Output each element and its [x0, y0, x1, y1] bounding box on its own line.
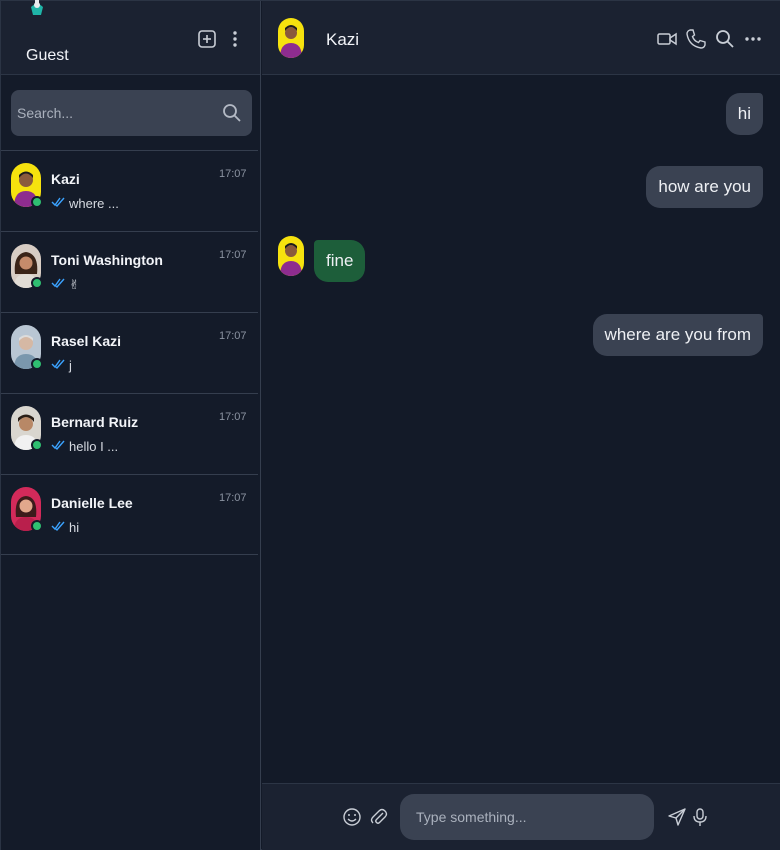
search-icon[interactable] [222, 103, 242, 123]
message-input[interactable] [416, 802, 641, 832]
user-name: Guest [26, 47, 69, 64]
double-check-icon [51, 440, 65, 450]
chat-item-toni-washington[interactable]: Toni Washington 17:07 ✌ [1, 231, 258, 312]
chat-item-rasel-kazi[interactable]: Rasel Kazi 17:07 j [1, 312, 258, 393]
send-icon[interactable] [667, 807, 687, 827]
user-avatar[interactable] [27, 0, 47, 21]
double-check-icon [51, 197, 65, 207]
phone-icon[interactable] [685, 28, 707, 50]
chat-panel: Kazi hi how are you fine where are you f… [262, 1, 780, 850]
contact-name: Kazi [326, 30, 360, 49]
message-time: 17:07 [219, 492, 247, 504]
message-bubble-outgoing: where are you from [592, 314, 763, 356]
message-bubble-outgoing: how are you [646, 166, 763, 208]
attachment-icon[interactable] [369, 807, 389, 827]
message-preview: where ... [69, 196, 119, 211]
video-call-icon[interactable] [656, 28, 678, 50]
online-indicator [31, 358, 43, 370]
plus-square-icon[interactable] [196, 28, 218, 50]
more-horizontal-icon[interactable] [742, 28, 764, 50]
message-bubble-incoming: fine [314, 240, 366, 282]
online-indicator [31, 439, 43, 451]
online-indicator [31, 520, 43, 532]
message-preview: j [69, 358, 72, 373]
chat-item-danielle-lee[interactable]: Danielle Lee 17:07 hi [1, 474, 258, 555]
message-time: 17:07 [219, 249, 247, 261]
search-box [11, 90, 252, 136]
contact-name: Rasel Kazi [51, 333, 122, 349]
chat-item-bernard-ruiz[interactable]: Bernard Ruiz 17:07 hello I ... [1, 393, 258, 474]
search-input[interactable] [17, 98, 217, 128]
contact-name: Kazi [51, 171, 80, 187]
search-icon[interactable] [714, 28, 736, 50]
sidebar-header: Guest [1, 0, 260, 75]
emoji-icon[interactable] [342, 807, 362, 827]
chat-item-kazi[interactable]: Kazi 17:07 where ... [1, 150, 258, 231]
message-preview: ✌ [69, 277, 80, 292]
vertical-dots-icon[interactable] [224, 28, 246, 50]
contact-name: Bernard Ruiz [51, 414, 139, 430]
online-indicator [31, 196, 43, 208]
double-check-icon [51, 359, 65, 369]
microphone-icon[interactable] [690, 807, 710, 827]
message-list: hi how are you fine where are you from [262, 76, 780, 783]
chat-app: Guest Kazi 17:07 [0, 0, 780, 850]
contact-avatar[interactable] [278, 18, 304, 58]
chat-header: Kazi [262, 1, 780, 75]
message-preview: hi [69, 520, 80, 535]
sender-avatar [278, 236, 304, 276]
double-check-icon [51, 521, 65, 531]
contact-name: Toni Washington [51, 252, 163, 268]
chat-list: Kazi 17:07 where ... Toni Washington 17:… [1, 150, 258, 555]
message-time: 17:07 [219, 330, 247, 342]
message-bubble-outgoing: hi [725, 93, 763, 135]
message-time: 17:07 [219, 168, 247, 180]
contact-name: Danielle Lee [51, 495, 133, 511]
message-input-box [400, 794, 654, 840]
message-time: 17:07 [219, 411, 247, 423]
sidebar: Guest Kazi 17:07 [1, 0, 261, 850]
message-composer [262, 783, 780, 850]
double-check-icon [51, 278, 65, 288]
message-preview: hello I ... [69, 439, 119, 454]
online-indicator [31, 277, 43, 289]
